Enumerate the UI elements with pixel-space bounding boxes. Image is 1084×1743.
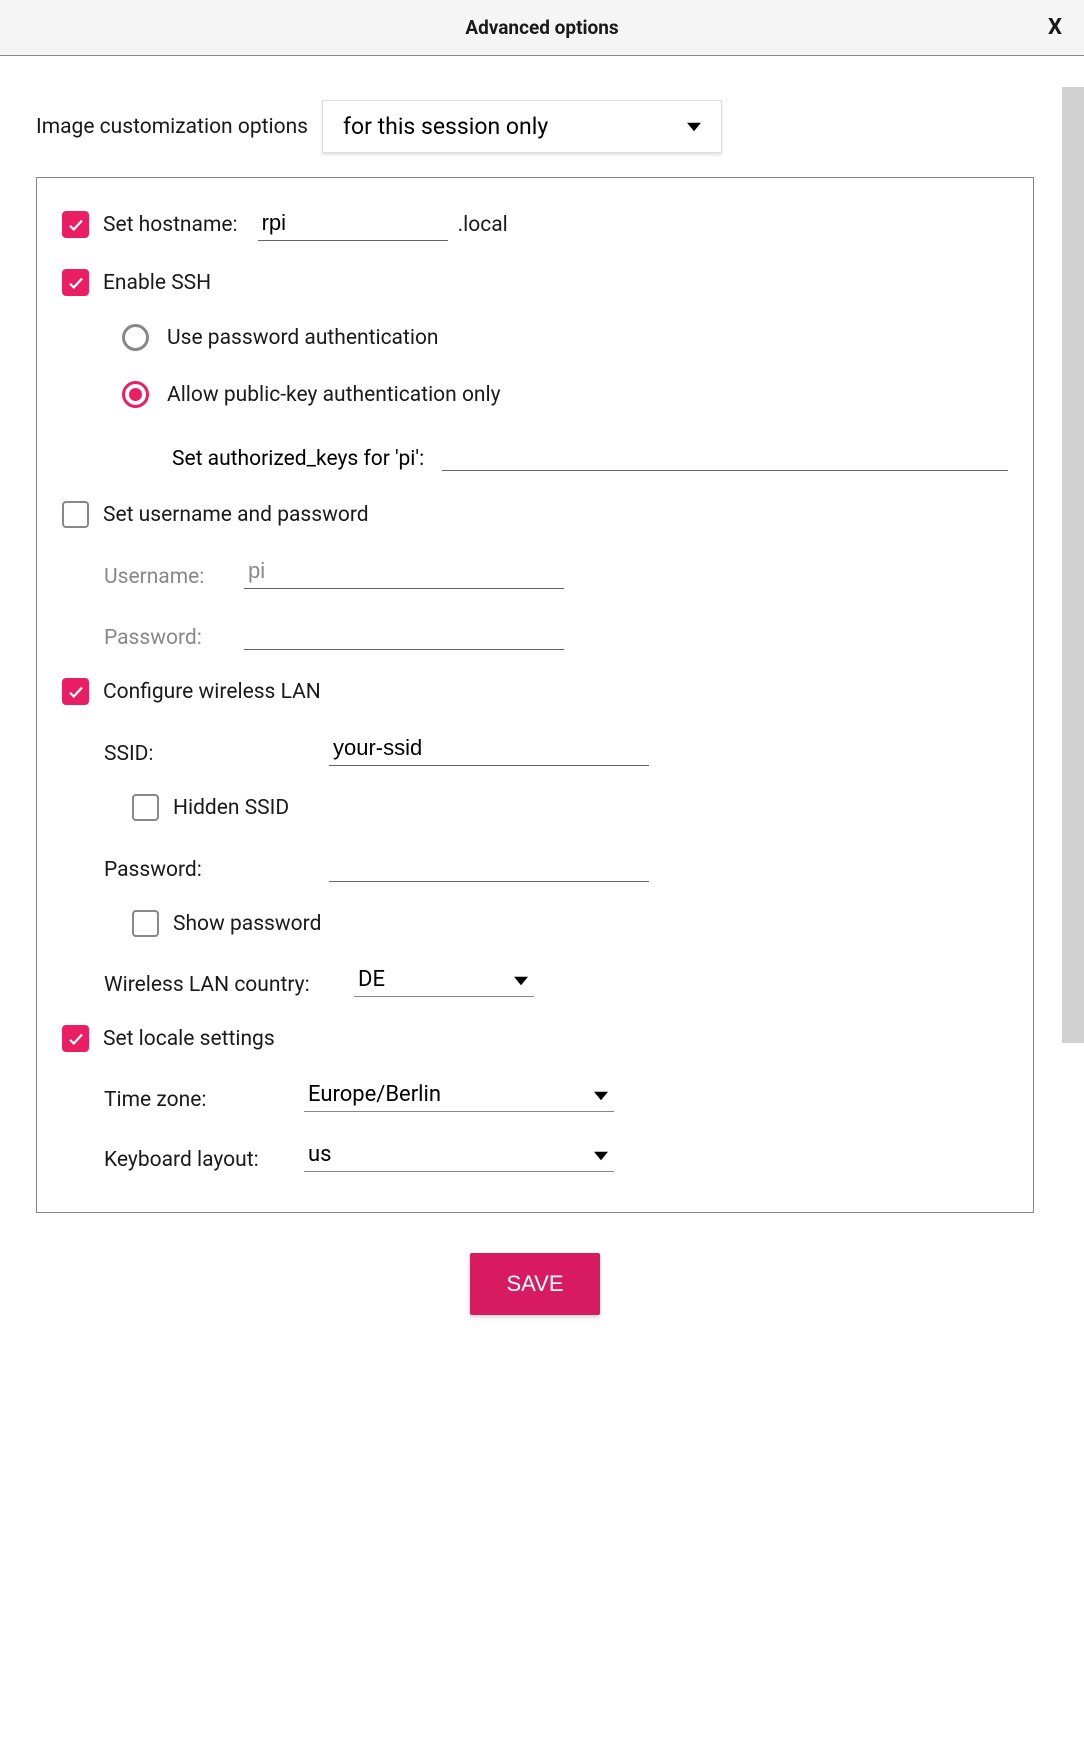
keyboard-layout-select[interactable]: us <box>304 1140 614 1172</box>
set-userpass-row: Set username and password <box>62 501 1008 528</box>
set-locale-row: Set locale settings <box>62 1025 1008 1052</box>
wlan-country-value: DE <box>358 967 385 992</box>
options-panel: Set hostname: .local Enable SSH Use pass… <box>36 177 1034 1213</box>
ssh-pubkey-auth-radio[interactable] <box>122 381 149 408</box>
ssh-password-auth-radio[interactable] <box>122 324 149 351</box>
dialog-title: Advanced options <box>465 16 618 39</box>
password-label: Password: <box>104 626 244 650</box>
set-locale-checkbox[interactable] <box>62 1025 89 1052</box>
show-password-row: Show password <box>132 910 1008 937</box>
wlan-country-select[interactable]: DE <box>354 965 534 997</box>
ssid-input[interactable] <box>329 733 649 766</box>
hostname-suffix: .local <box>458 213 508 237</box>
ssid-row: SSID: <box>104 733 1008 766</box>
timezone-value: Europe/Berlin <box>308 1082 441 1107</box>
set-locale-label: Set locale settings <box>103 1027 275 1051</box>
keyboard-layout-label: Keyboard layout: <box>104 1148 304 1172</box>
ssid-label: SSID: <box>104 742 329 766</box>
authorized-keys-row: Set authorized_keys for 'pi': <box>172 438 1008 471</box>
scrollbar-track[interactable] <box>1062 87 1084 1043</box>
wlan-password-input[interactable] <box>329 849 649 882</box>
hidden-ssid-checkbox[interactable] <box>132 794 159 821</box>
wlan-password-row: Password: <box>104 849 1008 882</box>
hidden-ssid-row: Hidden SSID <box>132 794 1008 821</box>
authorized-keys-label: Set authorized_keys for 'pi': <box>172 447 424 471</box>
username-row: Username: <box>104 556 1008 589</box>
chevron-down-icon <box>687 113 701 140</box>
password-input[interactable] <box>244 617 564 650</box>
session-scope-value: for this session only <box>343 113 548 140</box>
session-scope-dropdown[interactable]: for this session only <box>322 100 722 153</box>
enable-ssh-label: Enable SSH <box>103 271 211 295</box>
hostname-input[interactable] <box>258 208 448 241</box>
ssh-pubkey-auth-label: Allow public-key authentication only <box>167 383 501 407</box>
hostname-row: Set hostname: .local <box>62 208 1008 241</box>
keyboard-layout-value: us <box>308 1142 331 1167</box>
show-password-label: Show password <box>173 912 321 936</box>
set-userpass-checkbox[interactable] <box>62 501 89 528</box>
save-button[interactable]: SAVE <box>470 1253 599 1315</box>
ssh-password-auth-row: Use password authentication <box>122 324 1008 351</box>
ssh-auth-radio-group: Use password authentication Allow public… <box>122 324 1008 408</box>
timezone-select[interactable]: Europe/Berlin <box>304 1080 614 1112</box>
password-row: Password: <box>104 617 1008 650</box>
username-input[interactable] <box>244 556 564 589</box>
customization-scope-row: Image customization options for this ses… <box>36 100 1034 153</box>
hidden-ssid-label: Hidden SSID <box>173 796 289 820</box>
ssh-password-auth-label: Use password authentication <box>167 326 439 350</box>
set-hostname-checkbox[interactable] <box>62 211 89 238</box>
keyboard-layout-row: Keyboard layout: us <box>104 1140 1008 1172</box>
wlan-password-label: Password: <box>104 858 329 882</box>
wlan-country-row: Wireless LAN country: DE <box>104 965 1008 997</box>
dialog-header: Advanced options X <box>0 0 1084 56</box>
enable-ssh-checkbox[interactable] <box>62 269 89 296</box>
timezone-row: Time zone: Europe/Berlin <box>104 1080 1008 1112</box>
username-label: Username: <box>104 565 244 589</box>
set-userpass-label: Set username and password <box>103 503 369 527</box>
configure-wlan-checkbox[interactable] <box>62 678 89 705</box>
wlan-country-label: Wireless LAN country: <box>104 973 354 997</box>
authorized-keys-input[interactable] <box>442 438 1008 471</box>
enable-ssh-row: Enable SSH <box>62 269 1008 296</box>
configure-wlan-row: Configure wireless LAN <box>62 678 1008 705</box>
show-password-checkbox[interactable] <box>132 910 159 937</box>
timezone-label: Time zone: <box>104 1088 304 1112</box>
close-button[interactable]: X <box>1048 15 1062 40</box>
set-hostname-label: Set hostname: <box>103 213 238 237</box>
configure-wlan-label: Configure wireless LAN <box>103 680 321 704</box>
customization-label: Image customization options <box>36 115 308 139</box>
ssh-pubkey-auth-row: Allow public-key authentication only <box>122 381 1008 408</box>
